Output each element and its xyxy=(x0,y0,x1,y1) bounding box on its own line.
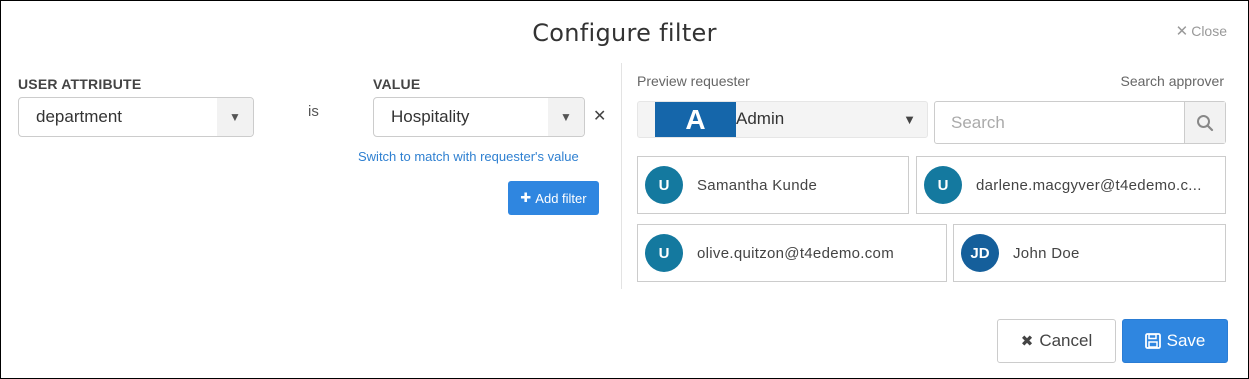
caret-down-icon: ▼ xyxy=(903,112,916,127)
close-button[interactable]: ✕ Close xyxy=(1176,22,1227,40)
value-select[interactable]: Hospitality ▼ xyxy=(373,97,585,137)
value-header: VALUE xyxy=(373,76,421,92)
switch-to-requester-value-link[interactable]: Switch to match with requester's value xyxy=(358,149,579,164)
cancel-button[interactable]: ✖ Cancel xyxy=(997,319,1116,363)
configure-filter-dialog: Configure filter ✕ Close USER ATTRIBUTE … xyxy=(0,0,1249,379)
approver-card[interactable]: U olive.quitzon@t4edemo.com xyxy=(637,224,947,282)
approver-name: Samantha Kunde xyxy=(697,176,818,194)
preview-requester-label: Preview requester xyxy=(637,73,750,89)
dialog-title: Configure filter xyxy=(532,19,717,47)
approver-card[interactable]: U darlene.macgyver@t4edemo.c... xyxy=(916,156,1226,214)
close-icon: ✖ xyxy=(1020,333,1034,350)
approver-card[interactable]: JD John Doe xyxy=(953,224,1226,282)
save-button[interactable]: Save xyxy=(1122,319,1228,363)
save-label: Save xyxy=(1166,331,1206,350)
search-icon xyxy=(1197,114,1214,131)
plus-icon: ✚ xyxy=(520,190,532,205)
user-attribute-selected: department xyxy=(36,107,122,126)
column-divider xyxy=(621,63,622,289)
approver-search xyxy=(934,101,1226,144)
approver-search-input[interactable] xyxy=(935,102,1184,143)
caret-down-icon: ▼ xyxy=(217,98,253,136)
approver-name: darlene.macgyver@t4edemo.c... xyxy=(976,176,1202,194)
approver-avatar: U xyxy=(645,234,683,272)
requester-select[interactable]: A Admin ▼ xyxy=(637,101,928,138)
value-selected: Hospitality xyxy=(391,107,470,126)
caret-down-icon: ▼ xyxy=(548,98,584,136)
operator-label: is xyxy=(308,103,319,120)
approver-avatar: U xyxy=(924,166,962,204)
requester-avatar: A xyxy=(655,102,736,137)
user-attribute-header: USER ATTRIBUTE xyxy=(18,76,142,92)
close-label: Close xyxy=(1191,23,1227,39)
add-filter-button[interactable]: ✚ Add filter xyxy=(508,181,599,215)
user-attribute-select[interactable]: department ▼ xyxy=(18,97,254,137)
approver-avatar: JD xyxy=(961,234,999,272)
cancel-label: Cancel xyxy=(1039,331,1093,350)
add-filter-label: Add filter xyxy=(535,190,587,206)
search-button[interactable] xyxy=(1184,102,1225,143)
search-approver-label: Search approver xyxy=(1120,73,1224,89)
approver-avatar: U xyxy=(645,166,683,204)
approver-name: olive.quitzon@t4edemo.com xyxy=(697,244,894,262)
remove-filter-icon[interactable]: ✕ xyxy=(593,106,606,126)
approver-card[interactable]: U Samantha Kunde xyxy=(637,156,909,214)
floppy-disk-icon xyxy=(1144,333,1161,349)
close-icon: ✕ xyxy=(1175,23,1189,40)
requester-name: Admin xyxy=(736,109,785,128)
approver-name: John Doe xyxy=(1013,244,1080,262)
